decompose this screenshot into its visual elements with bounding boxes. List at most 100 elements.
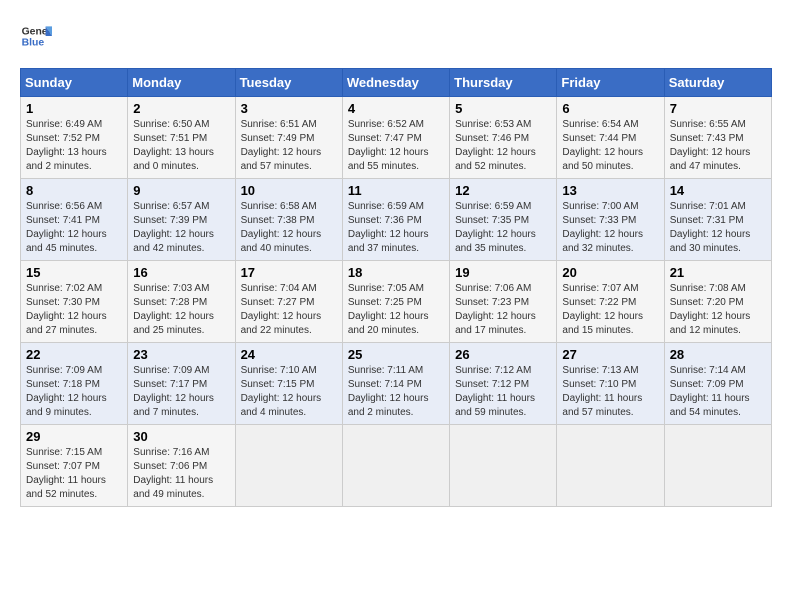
day-number: 1 bbox=[26, 101, 122, 116]
col-header-saturday: Saturday bbox=[664, 69, 771, 97]
day-number: 22 bbox=[26, 347, 122, 362]
day-info: Sunrise: 6:59 AMSunset: 7:36 PMDaylight:… bbox=[348, 200, 444, 256]
calendar-cell: 23 Sunrise: 7:09 AMSunset: 7:17 PMDayligh… bbox=[128, 343, 235, 425]
day-number: 3 bbox=[241, 101, 337, 116]
day-info: Sunrise: 7:12 AMSunset: 7:12 PMDaylight:… bbox=[455, 364, 551, 420]
calendar-cell: 19 Sunrise: 7:06 AMSunset: 7:23 PMDayligh… bbox=[450, 261, 557, 343]
week-row: 15 Sunrise: 7:02 AMSunset: 7:30 PMDayligh… bbox=[21, 261, 772, 343]
day-info: Sunrise: 7:15 AMSunset: 7:07 PMDaylight:… bbox=[26, 446, 122, 502]
calendar-cell: 24 Sunrise: 7:10 AMSunset: 7:15 PMDayligh… bbox=[235, 343, 342, 425]
day-number: 15 bbox=[26, 265, 122, 280]
calendar-cell bbox=[235, 425, 342, 507]
calendar-cell bbox=[342, 425, 449, 507]
day-number: 5 bbox=[455, 101, 551, 116]
day-number: 23 bbox=[133, 347, 229, 362]
header-row: SundayMondayTuesdayWednesdayThursdayFrid… bbox=[21, 69, 772, 97]
calendar-cell bbox=[557, 425, 664, 507]
day-info: Sunrise: 7:11 AMSunset: 7:14 PMDaylight:… bbox=[348, 364, 444, 420]
day-number: 19 bbox=[455, 265, 551, 280]
day-number: 30 bbox=[133, 429, 229, 444]
day-info: Sunrise: 7:13 AMSunset: 7:10 PMDaylight:… bbox=[562, 364, 658, 420]
day-info: Sunrise: 6:50 AMSunset: 7:51 PMDaylight:… bbox=[133, 118, 229, 174]
day-number: 28 bbox=[670, 347, 766, 362]
day-number: 29 bbox=[26, 429, 122, 444]
col-header-monday: Monday bbox=[128, 69, 235, 97]
day-number: 11 bbox=[348, 183, 444, 198]
calendar-cell: 3 Sunrise: 6:51 AMSunset: 7:49 PMDaylight… bbox=[235, 97, 342, 179]
day-number: 14 bbox=[670, 183, 766, 198]
week-row: 8Sunrise: 6:56 AMSunset: 7:41 PMDaylight… bbox=[21, 179, 772, 261]
calendar-cell: 29 Sunrise: 7:15 AMSunset: 7:07 PMDayligh… bbox=[21, 425, 128, 507]
col-header-friday: Friday bbox=[557, 69, 664, 97]
day-info: Sunrise: 7:14 AMSunset: 7:09 PMDaylight:… bbox=[670, 364, 766, 420]
day-info: Sunrise: 7:07 AMSunset: 7:22 PMDaylight:… bbox=[562, 282, 658, 338]
calendar-cell: 11 Sunrise: 6:59 AMSunset: 7:36 PMDayligh… bbox=[342, 179, 449, 261]
week-row: 1 Sunrise: 6:49 AMSunset: 7:52 PMDaylight… bbox=[21, 97, 772, 179]
day-number: 27 bbox=[562, 347, 658, 362]
calendar-cell: 8Sunrise: 6:56 AMSunset: 7:41 PMDaylight… bbox=[21, 179, 128, 261]
calendar-cell: 20 Sunrise: 7:07 AMSunset: 7:22 PMDayligh… bbox=[557, 261, 664, 343]
calendar-cell bbox=[664, 425, 771, 507]
calendar-cell: 26Sunrise: 7:12 AMSunset: 7:12 PMDayligh… bbox=[450, 343, 557, 425]
day-info: Sunrise: 6:49 AMSunset: 7:52 PMDaylight:… bbox=[26, 118, 122, 174]
calendar-cell: 28 Sunrise: 7:14 AMSunset: 7:09 PMDayligh… bbox=[664, 343, 771, 425]
day-info: Sunrise: 7:02 AMSunset: 7:30 PMDaylight:… bbox=[26, 282, 122, 338]
week-row: 22 Sunrise: 7:09 AMSunset: 7:18 PMDayligh… bbox=[21, 343, 772, 425]
day-info: Sunrise: 7:06 AMSunset: 7:23 PMDaylight:… bbox=[455, 282, 551, 338]
svg-text:Blue: Blue bbox=[22, 38, 45, 49]
day-info: Sunrise: 6:59 AMSunset: 7:35 PMDaylight:… bbox=[455, 200, 551, 256]
day-info: Sunrise: 6:55 AMSunset: 7:43 PMDaylight:… bbox=[670, 118, 766, 174]
calendar-cell: 2 Sunrise: 6:50 AMSunset: 7:51 PMDaylight… bbox=[128, 97, 235, 179]
day-info: Sunrise: 6:57 AMSunset: 7:39 PMDaylight:… bbox=[133, 200, 229, 256]
day-number: 10 bbox=[241, 183, 337, 198]
day-info: Sunrise: 6:51 AMSunset: 7:49 PMDaylight:… bbox=[241, 118, 337, 174]
calendar-table: SundayMondayTuesdayWednesdayThursdayFrid… bbox=[20, 68, 772, 507]
calendar-cell: 1 Sunrise: 6:49 AMSunset: 7:52 PMDaylight… bbox=[21, 97, 128, 179]
calendar-cell: 4Sunrise: 6:52 AMSunset: 7:47 PMDaylight… bbox=[342, 97, 449, 179]
calendar-cell: 18 Sunrise: 7:05 AMSunset: 7:25 PMDayligh… bbox=[342, 261, 449, 343]
col-header-thursday: Thursday bbox=[450, 69, 557, 97]
calendar-cell: 30 Sunrise: 7:16 AMSunset: 7:06 PMDayligh… bbox=[128, 425, 235, 507]
day-info: Sunrise: 7:03 AMSunset: 7:28 PMDaylight:… bbox=[133, 282, 229, 338]
header: General Blue bbox=[20, 20, 772, 52]
col-header-tuesday: Tuesday bbox=[235, 69, 342, 97]
day-number: 20 bbox=[562, 265, 658, 280]
calendar-cell bbox=[450, 425, 557, 507]
calendar-cell: 17 Sunrise: 7:04 AMSunset: 7:27 PMDayligh… bbox=[235, 261, 342, 343]
day-info: Sunrise: 7:16 AMSunset: 7:06 PMDaylight:… bbox=[133, 446, 229, 502]
week-row: 29 Sunrise: 7:15 AMSunset: 7:07 PMDayligh… bbox=[21, 425, 772, 507]
day-number: 4 bbox=[348, 101, 444, 116]
day-number: 24 bbox=[241, 347, 337, 362]
calendar-cell: 10 Sunrise: 6:58 AMSunset: 7:38 PMDayligh… bbox=[235, 179, 342, 261]
calendar-cell: 21Sunrise: 7:08 AMSunset: 7:20 PMDayligh… bbox=[664, 261, 771, 343]
day-number: 9 bbox=[133, 183, 229, 198]
day-info: Sunrise: 6:54 AMSunset: 7:44 PMDaylight:… bbox=[562, 118, 658, 174]
col-header-sunday: Sunday bbox=[21, 69, 128, 97]
day-info: Sunrise: 7:00 AMSunset: 7:33 PMDaylight:… bbox=[562, 200, 658, 256]
day-info: Sunrise: 7:08 AMSunset: 7:20 PMDaylight:… bbox=[670, 282, 766, 338]
calendar-cell: 12 Sunrise: 6:59 AMSunset: 7:35 PMDayligh… bbox=[450, 179, 557, 261]
day-info: Sunrise: 7:09 AMSunset: 7:18 PMDaylight:… bbox=[26, 364, 122, 420]
col-header-wednesday: Wednesday bbox=[342, 69, 449, 97]
calendar-cell: 27 Sunrise: 7:13 AMSunset: 7:10 PMDayligh… bbox=[557, 343, 664, 425]
calendar-cell: 9 Sunrise: 6:57 AMSunset: 7:39 PMDaylight… bbox=[128, 179, 235, 261]
day-number: 7 bbox=[670, 101, 766, 116]
logo-icon: General Blue bbox=[20, 20, 52, 52]
day-number: 6 bbox=[562, 101, 658, 116]
day-number: 18 bbox=[348, 265, 444, 280]
day-number: 2 bbox=[133, 101, 229, 116]
calendar-cell: 25Sunrise: 7:11 AMSunset: 7:14 PMDayligh… bbox=[342, 343, 449, 425]
day-info: Sunrise: 7:01 AMSunset: 7:31 PMDaylight:… bbox=[670, 200, 766, 256]
day-info: Sunrise: 6:58 AMSunset: 7:38 PMDaylight:… bbox=[241, 200, 337, 256]
day-number: 16 bbox=[133, 265, 229, 280]
calendar-cell: 5 Sunrise: 6:53 AMSunset: 7:46 PMDaylight… bbox=[450, 97, 557, 179]
day-info: Sunrise: 7:05 AMSunset: 7:25 PMDaylight:… bbox=[348, 282, 444, 338]
day-number: 13 bbox=[562, 183, 658, 198]
day-info: Sunrise: 7:09 AMSunset: 7:17 PMDaylight:… bbox=[133, 364, 229, 420]
day-info: Sunrise: 7:10 AMSunset: 7:15 PMDaylight:… bbox=[241, 364, 337, 420]
calendar-cell: 16 Sunrise: 7:03 AMSunset: 7:28 PMDayligh… bbox=[128, 261, 235, 343]
day-number: 17 bbox=[241, 265, 337, 280]
day-number: 12 bbox=[455, 183, 551, 198]
day-info: Sunrise: 6:53 AMSunset: 7:46 PMDaylight:… bbox=[455, 118, 551, 174]
day-info: Sunrise: 7:04 AMSunset: 7:27 PMDaylight:… bbox=[241, 282, 337, 338]
